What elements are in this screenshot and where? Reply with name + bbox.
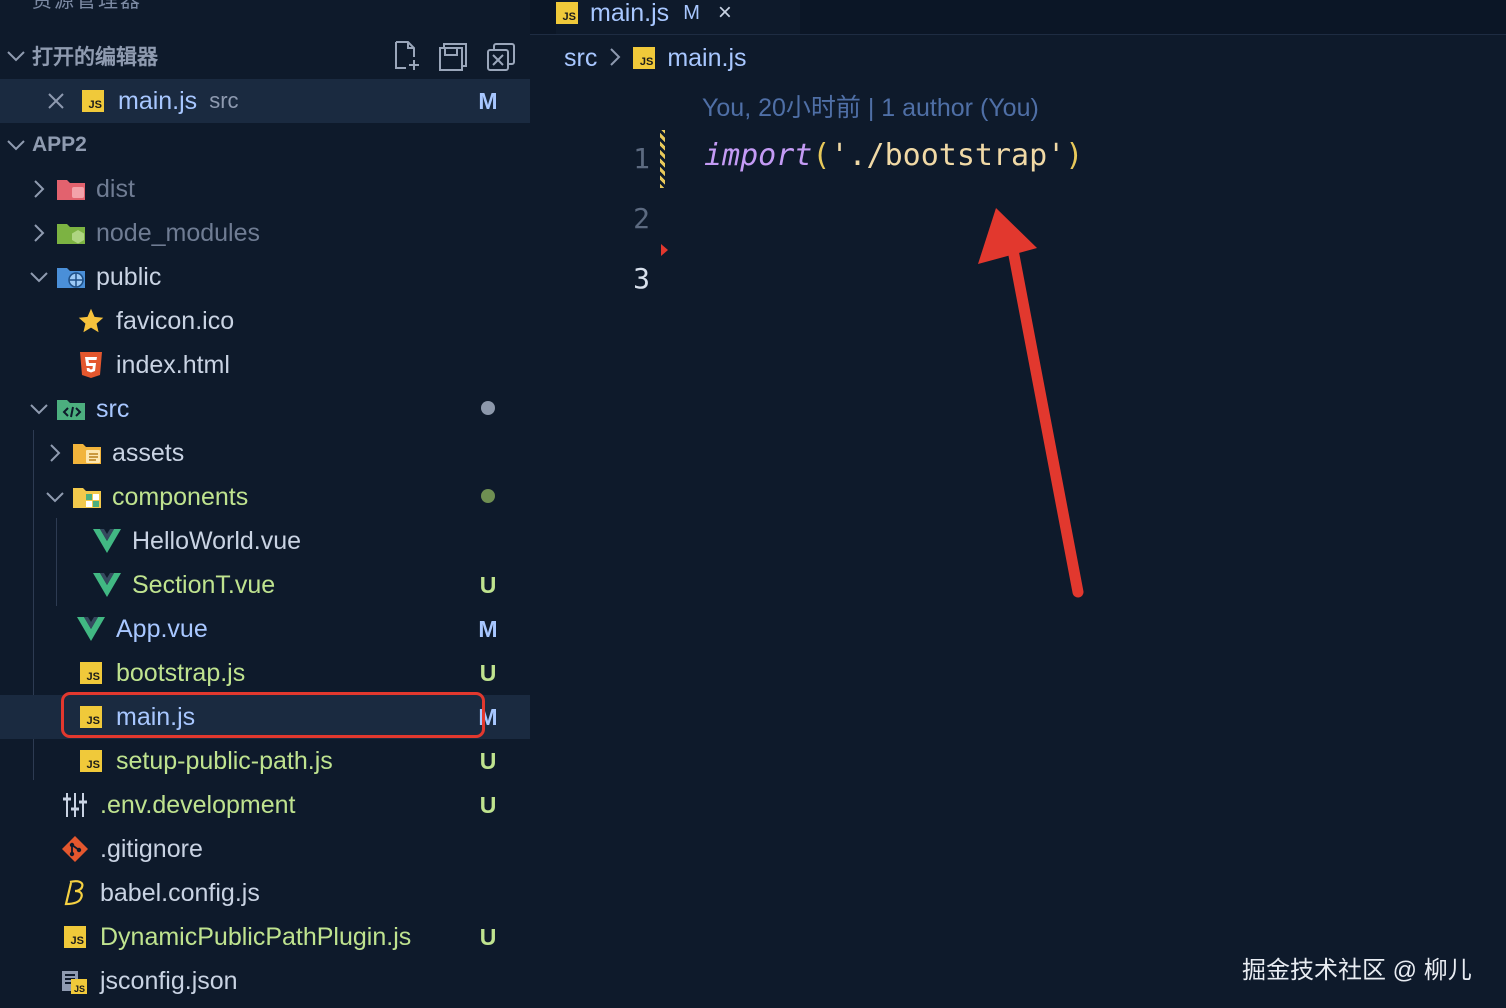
annotation-arrow xyxy=(978,208,1084,598)
